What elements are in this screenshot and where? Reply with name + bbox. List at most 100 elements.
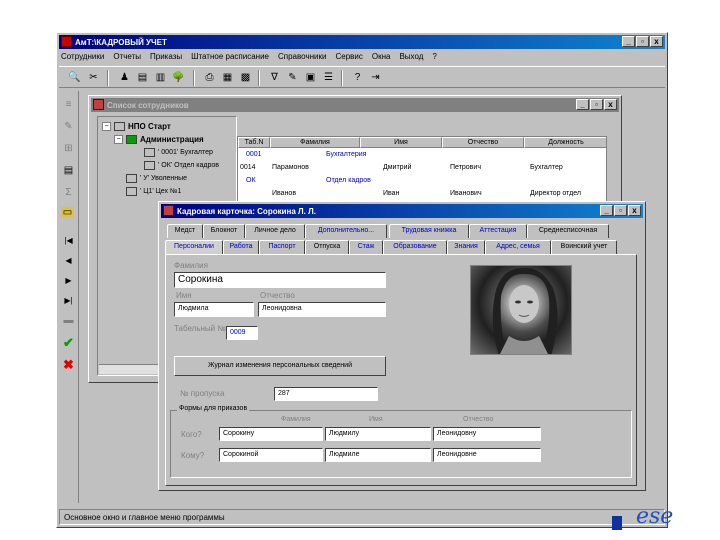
column-header-surname[interactable]: Фамилия [270,137,360,148]
row-position-cell[interactable]: Бухгалтер [530,164,563,171]
search-person-icon[interactable]: 🔍 [67,70,82,85]
first-record-icon[interactable]: |◀ [61,233,76,248]
tab-additional[interactable]: Дополнительно... [305,224,387,238]
menu-service[interactable]: Сервис [335,52,362,61]
sum-icon[interactable]: Σ [61,185,76,200]
tab-personal-file[interactable]: Личное дело [245,224,305,238]
print-icon[interactable]: ⎙ [202,70,217,85]
list-title-bar[interactable]: Список сотрудников _ ▫ x [91,98,619,112]
tab-employment-record[interactable]: Трудовая книжка [389,224,469,238]
to-whom-patronymic-field[interactable]: Леонидовне [433,448,541,462]
minimize-button[interactable]: _ [576,99,589,110]
maximize-button[interactable]: ▫ [636,36,649,47]
tree-item-accounting[interactable]: ' 0001' Бухгалтер [144,148,213,157]
tree-item-workshop[interactable]: ' Ц1' Цех №1 [126,187,181,196]
row-patronymic-cell[interactable]: Петрович [450,164,481,171]
row-position-cell[interactable]: Директор отдел [530,190,581,197]
grid-icon[interactable]: ▩ [238,70,253,85]
list-view-icon[interactable]: ≡ [61,97,76,112]
whom-patronymic-field[interactable]: Леонидовну [433,427,541,441]
prev-record-icon[interactable]: ◀ [61,253,76,268]
row-tab-cell[interactable]: 0001 [246,151,262,158]
tab-number-field[interactable]: 0009 [226,326,258,340]
column-header-tab[interactable]: Таб.N [238,137,270,148]
column-header-position[interactable]: Должность [524,137,606,148]
row-surname-cell[interactable]: Парамонов [272,164,309,171]
tree-item-admin[interactable]: − Администрация [114,135,204,144]
row-tab-cell[interactable]: ОК [246,177,256,184]
tab-vacations[interactable]: Отпуска [305,240,349,254]
whom-surname-field[interactable]: Сорокину [219,427,323,441]
person-icon[interactable]: ♟ [117,70,132,85]
confirm-icon[interactable]: ✔ [61,335,76,350]
collapse-icon[interactable]: − [102,122,111,131]
pass-number-field[interactable]: 287 [274,387,378,401]
row-name-cell[interactable]: Иван [383,190,399,197]
tab-passport[interactable]: Паспорт [259,240,305,254]
cancel-icon[interactable]: ✖ [61,357,76,372]
menu-exit[interactable]: Выход [399,52,423,61]
tab-military[interactable]: Воинский учет [551,240,617,254]
report-icon[interactable]: ▥ [153,70,168,85]
folder-icon[interactable]: ▭ [61,207,74,218]
tab-knowledge[interactable]: Знания [447,240,485,254]
tab-education[interactable]: Образование [383,240,447,254]
scissors-icon[interactable]: ✂ [86,70,101,85]
document-icon[interactable]: ▤ [61,163,76,178]
help-icon[interactable]: ? [350,70,365,85]
row-tab-cell[interactable]: 0014 [240,164,256,171]
row-group-cell[interactable]: Бухгалтерия [326,151,366,158]
column-header-name[interactable]: Имя [360,137,442,148]
maximize-button[interactable]: ▫ [590,99,603,110]
surname-field[interactable]: Сорокина [174,272,386,288]
minimize-button[interactable]: _ [622,36,635,47]
tree-root[interactable]: − НПО Старт [102,122,171,131]
row-name-cell[interactable]: Дмитрий [383,164,411,171]
menu-reports[interactable]: Отчеты [113,52,141,61]
menu-directories[interactable]: Справочники [278,52,326,61]
collapse-icon[interactable]: − [114,135,123,144]
tab-work[interactable]: Работа [223,240,259,254]
whom-name-field[interactable]: Людмилу [325,427,431,441]
tab-average-headcount[interactable]: Среднесписочная [527,224,609,238]
save-icon[interactable]: ▬ [61,313,76,328]
next-record-icon[interactable]: ▶ [61,273,76,288]
to-whom-surname-field[interactable]: Сорокиной [219,448,323,462]
minimize-button[interactable]: _ [600,205,613,216]
menu-orders[interactable]: Приказы [150,52,182,61]
tab-address-family[interactable]: Адрес, семья [485,240,551,254]
menu-help[interactable]: ? [432,52,436,61]
form-icon[interactable]: ▣ [303,70,318,85]
exit-icon[interactable]: ⇥ [368,70,383,85]
last-record-icon[interactable]: ▶| [61,293,76,308]
card-icon[interactable]: ▤ [135,70,150,85]
table-icon[interactable]: ▦ [220,70,235,85]
card-title-bar[interactable]: Кадровая карточка: Сорокина Л. Л. _ ▫ x [161,204,643,218]
row-surname-cell[interactable]: Иванов [272,190,296,197]
tab-medst[interactable]: Медст [167,224,203,238]
close-button[interactable]: x [604,99,617,110]
pencil-icon[interactable]: ✎ [61,119,76,134]
row-group-cell[interactable]: Отдел кадров [326,177,371,184]
tab-notebook[interactable]: Блокнот [203,224,245,238]
main-title-bar[interactable]: АмТ:\КАДРОВЫЙ УЧЕТ _ ▫ x [59,35,665,49]
tab-attestation[interactable]: Аттестация [469,224,527,238]
close-button[interactable]: x [650,36,663,47]
filter-icon[interactable]: ∇ [267,70,282,85]
maximize-button[interactable]: ▫ [614,205,627,216]
column-header-patronymic[interactable]: Отчество [442,137,524,148]
add-record-icon[interactable]: ⊞ [61,141,76,156]
tree-icon[interactable]: 🌳 [171,70,186,85]
tab-seniority[interactable]: Стаж [349,240,383,254]
tree-item-dismissed[interactable]: ' У' Уволенные [126,174,187,183]
patronymic-field[interactable]: Леонидовна [258,302,386,317]
edit-icon[interactable]: ✎ [285,70,300,85]
menu-employees[interactable]: Сотрудники [61,52,104,61]
menu-windows[interactable]: Окна [372,52,391,61]
list-icon[interactable]: ☰ [321,70,336,85]
to-whom-name-field[interactable]: Людмиле [325,448,431,462]
personal-data-journal-button[interactable]: Журнал изменения персональных сведений [174,356,386,376]
name-field[interactable]: Людмила [174,302,254,317]
close-button[interactable]: x [628,205,641,216]
tab-personalia[interactable]: Персоналии [165,240,223,254]
